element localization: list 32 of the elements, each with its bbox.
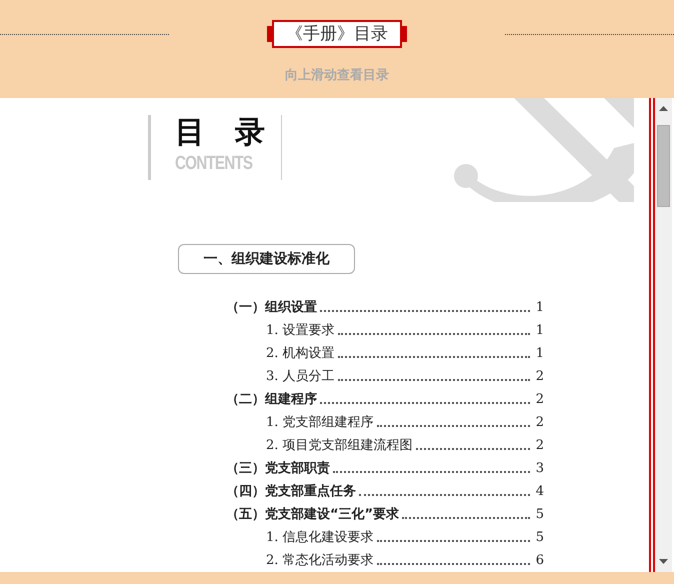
chapter-title: （二）组建程序	[226, 391, 317, 409]
page-number: 5	[534, 506, 544, 524]
scroll-hint: 向上滑动查看目录	[285, 67, 389, 84]
page-number: 1	[534, 345, 544, 363]
chapter-title: （一）组织设置	[226, 299, 317, 317]
scrollbar-thumb[interactable]	[657, 125, 670, 207]
subsection-title: 1. 党支部组建程序	[266, 414, 374, 432]
scrollbar[interactable]	[655, 98, 672, 572]
page-number: 1	[534, 322, 544, 340]
subsection-title: 1. 设置要求	[266, 322, 335, 340]
page-number: 2	[534, 414, 544, 432]
page-number: 1	[534, 299, 544, 317]
page-number: 2	[534, 437, 544, 455]
page-number: 5	[534, 529, 544, 547]
scroll-down-icon[interactable]	[659, 559, 668, 564]
chapter-title: （四）党支部重点任务	[226, 483, 356, 501]
subsection-title: 2. 项目党支部组建流程图	[266, 437, 413, 455]
title-banner: 《手册》目录	[267, 20, 407, 48]
contents-heading: 目 录	[175, 115, 266, 151]
page-number: 6	[534, 552, 544, 570]
page-number: 2	[534, 368, 544, 386]
subsection-title: 1. 信息化建设要求	[266, 529, 374, 547]
page-number: 3	[534, 460, 544, 478]
chapter-title: （三）党支部职责	[226, 460, 330, 478]
page-number: 2	[534, 391, 544, 409]
scroll-up-icon[interactable]	[659, 106, 668, 111]
subsection-title: 2. 常态化活动要求	[266, 552, 374, 570]
page-number: 4	[534, 483, 544, 501]
subsection-title: 3. 人员分工	[266, 368, 335, 386]
section-title: 一、组织建设标准化	[178, 244, 355, 274]
chapter-title: （五）党支部建设“三化”要求	[226, 506, 400, 524]
subsection-title: 2. 机构设置	[266, 345, 335, 363]
